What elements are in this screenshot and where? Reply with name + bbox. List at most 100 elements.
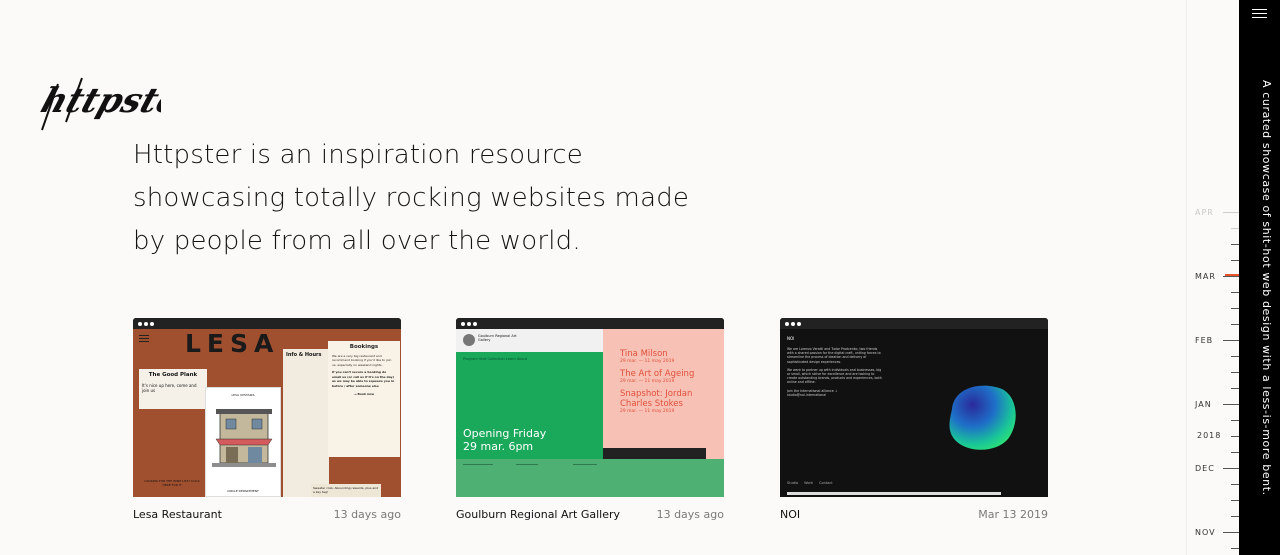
- timeline-tick: [1231, 516, 1239, 517]
- exhibition-dates: 29 mar. — 11 may 2019: [620, 379, 675, 384]
- lesa-info-panel: Info & Hours: [283, 349, 329, 497]
- goulburn-dark-bar: [603, 448, 706, 459]
- goulburn-header: Goulburn Regional Art Gallery: [456, 329, 603, 352]
- noi-nav-item: Contact: [819, 481, 833, 485]
- timeline-tick: [1231, 260, 1239, 261]
- lesa-menu-icon: [139, 335, 149, 336]
- timeline-label[interactable]: MAR: [1195, 272, 1225, 281]
- lesa-book-link: → Book now: [354, 392, 374, 396]
- lesa-footer-text: LOOKING FOR THE WINE LIST? CLICK HERE FO…: [144, 479, 200, 487]
- timeline-label[interactable]: APR: [1195, 208, 1225, 217]
- goulburn-org-name: Goulburn Regional Art Gallery: [478, 334, 517, 342]
- timeline-tick: [1223, 468, 1239, 469]
- exhibition-dates: 29 mar. — 11 may 2019: [620, 359, 675, 364]
- goulburn-headline-1: Opening Friday: [463, 427, 547, 440]
- goulburn-headline-2: 29 mar. 6pm: [463, 440, 534, 453]
- timeline-tick: [1231, 228, 1239, 229]
- site-thumbnail[interactable]: NOI We are Lorenzo Veratti and Tudor Pro…: [780, 318, 1048, 497]
- noi-email: studio@noi.international: [787, 392, 827, 397]
- site-date: 13 days ago: [656, 508, 724, 521]
- lesa-plank-text: It's nice up here, come and join us: [142, 383, 197, 393]
- lesa-sketch-caption: CIRCLE DEPARTMENT: [227, 489, 259, 493]
- side-rail: A curated showcase of shit-hot web desig…: [1239, 0, 1280, 555]
- goulburn-nav: Program Visit Collection Learn About: [463, 357, 528, 361]
- timeline-tick: [1231, 244, 1239, 245]
- timeline-tick: [1231, 292, 1239, 293]
- timeline-tick: [1231, 452, 1239, 453]
- noi-nav-item: Work: [804, 481, 814, 485]
- timeline-tick: [1231, 484, 1239, 485]
- intro-line-2: showcasing totally rocking websites made: [133, 183, 690, 213]
- exhibition-title: Snapshot: Jordan Charles Stokes: [620, 389, 693, 409]
- browser-bar: [133, 318, 401, 329]
- timeline-tick: [1223, 404, 1239, 405]
- timeline-tick: [1223, 340, 1239, 341]
- lesa-bookings-text: We are a very big restaurant and recomme…: [332, 353, 392, 367]
- lesa-title: LESA: [185, 329, 280, 358]
- noi-copy: We are Lorenzo Veratti and Tudor Prodcen…: [787, 347, 882, 397]
- timeline-tick: [1223, 532, 1239, 533]
- lesa-bookings-title: Bookings: [349, 344, 379, 350]
- gradient-blob-icon: [949, 385, 1016, 450]
- exhibition-title: Tina Milson: [620, 349, 668, 359]
- site-thumbnail[interactable]: LESA The Good Plank It's nice up here, c…: [133, 318, 401, 497]
- timeline-tick: [1231, 420, 1239, 421]
- httpster-logo[interactable]: httpster: [36, 72, 161, 136]
- site-name[interactable]: NOI: [780, 508, 800, 521]
- goulburn-exhibitions: Tina Milson 29 mar. — 11 may 2019 The Ar…: [620, 349, 720, 414]
- exhibition-dates: 29 mar. — 11 may 2019: [620, 409, 675, 414]
- timeline-label[interactable]: FEB: [1195, 336, 1225, 345]
- intro-line-3: by people from all over the world.: [133, 226, 581, 256]
- intro-line-1: Httpster is an inspiration resource: [133, 140, 583, 170]
- timeline-tick: [1223, 276, 1239, 277]
- timeline-tick: [1231, 436, 1239, 437]
- site-date: 13 days ago: [333, 508, 401, 521]
- goulburn-headline: Opening Friday 29 mar. 6pm: [463, 427, 546, 453]
- timeline-label[interactable]: DEC: [1195, 464, 1225, 473]
- noi-scrollbar: [787, 492, 1001, 495]
- building-sketch-icon: [212, 409, 276, 467]
- lesa-plank-title: The Good Plank: [148, 372, 198, 378]
- timeline-tick: [1231, 388, 1239, 389]
- intro-text: Httpster is an inspiration resource show…: [133, 134, 733, 263]
- noi-para-2: We want to partner up with individuals a…: [787, 367, 882, 385]
- site-card-noi[interactable]: NOI We are Lorenzo Veratti and Tudor Pro…: [780, 318, 1048, 521]
- goulburn-pink-panel: Tina Milson 29 mar. — 11 may 2019 The Ar…: [603, 329, 724, 459]
- tagline: A curated showcase of shit-hot web desig…: [1260, 80, 1273, 496]
- lesa-bookings-emph: If you can't secure a booking do email u…: [332, 370, 395, 388]
- noi-nav: Studio Work Contact: [787, 481, 833, 485]
- timeline-tick: [1231, 324, 1239, 325]
- timeline-label[interactable]: JAN: [1195, 400, 1225, 409]
- timeline-tick: [1231, 548, 1239, 549]
- site-thumbnail[interactable]: Goulburn Regional Art Gallery Program Vi…: [456, 318, 724, 497]
- site-name[interactable]: Goulburn Regional Art Gallery: [456, 508, 620, 521]
- site-card-goulburn[interactable]: Goulburn Regional Art Gallery Program Vi…: [456, 318, 724, 521]
- timeline-tick: [1231, 356, 1239, 357]
- logo-text: httpster: [36, 81, 161, 121]
- site-date: Mar 13 2019: [978, 508, 1048, 521]
- timeline-label[interactable]: NOV: [1195, 528, 1225, 537]
- site-card-lesa[interactable]: LESA The Good Plank It's nice up here, c…: [133, 318, 401, 521]
- timeline-tick: [1231, 500, 1239, 501]
- date-timeline[interactable]: APR MAR FEB JAN 2018 DEC NOV: [1186, 0, 1239, 555]
- lesa-sketch-label: LESA UPSTAIRS: [231, 393, 255, 397]
- noi-nav-item: Studio: [787, 481, 799, 485]
- goulburn-footer: [456, 459, 724, 497]
- hamburger-menu-icon[interactable]: [1252, 9, 1267, 21]
- timeline-tick: [1231, 372, 1239, 373]
- browser-bar: [780, 318, 1048, 329]
- timeline-tick: [1231, 308, 1239, 309]
- browser-bar: [456, 318, 724, 329]
- lesa-newsletter: Sweater club, Abounding rewards, plus an…: [311, 484, 381, 497]
- timeline-tick: [1223, 212, 1239, 213]
- timeline-year[interactable]: 2018: [1197, 431, 1227, 440]
- lesa-sketch-card: LESA UPSTAIRS CIRCLE DEPARTMENT: [205, 387, 281, 497]
- exhibition-title: The Art of Ageing: [620, 369, 695, 379]
- lesa-info-title: Info & Hours: [286, 352, 322, 358]
- noi-brand: NOI: [787, 336, 795, 341]
- site-name[interactable]: Lesa Restaurant: [133, 508, 222, 521]
- noi-para-1: We are Lorenzo Veratti and Tudor Prodcen…: [787, 347, 881, 364]
- goulburn-logo-icon: [463, 334, 475, 346]
- lesa-plank-box: The Good Plank It's nice up here, come a…: [139, 369, 207, 409]
- lesa-bookings-panel: Bookings We are a very big restaurant an…: [328, 341, 400, 457]
